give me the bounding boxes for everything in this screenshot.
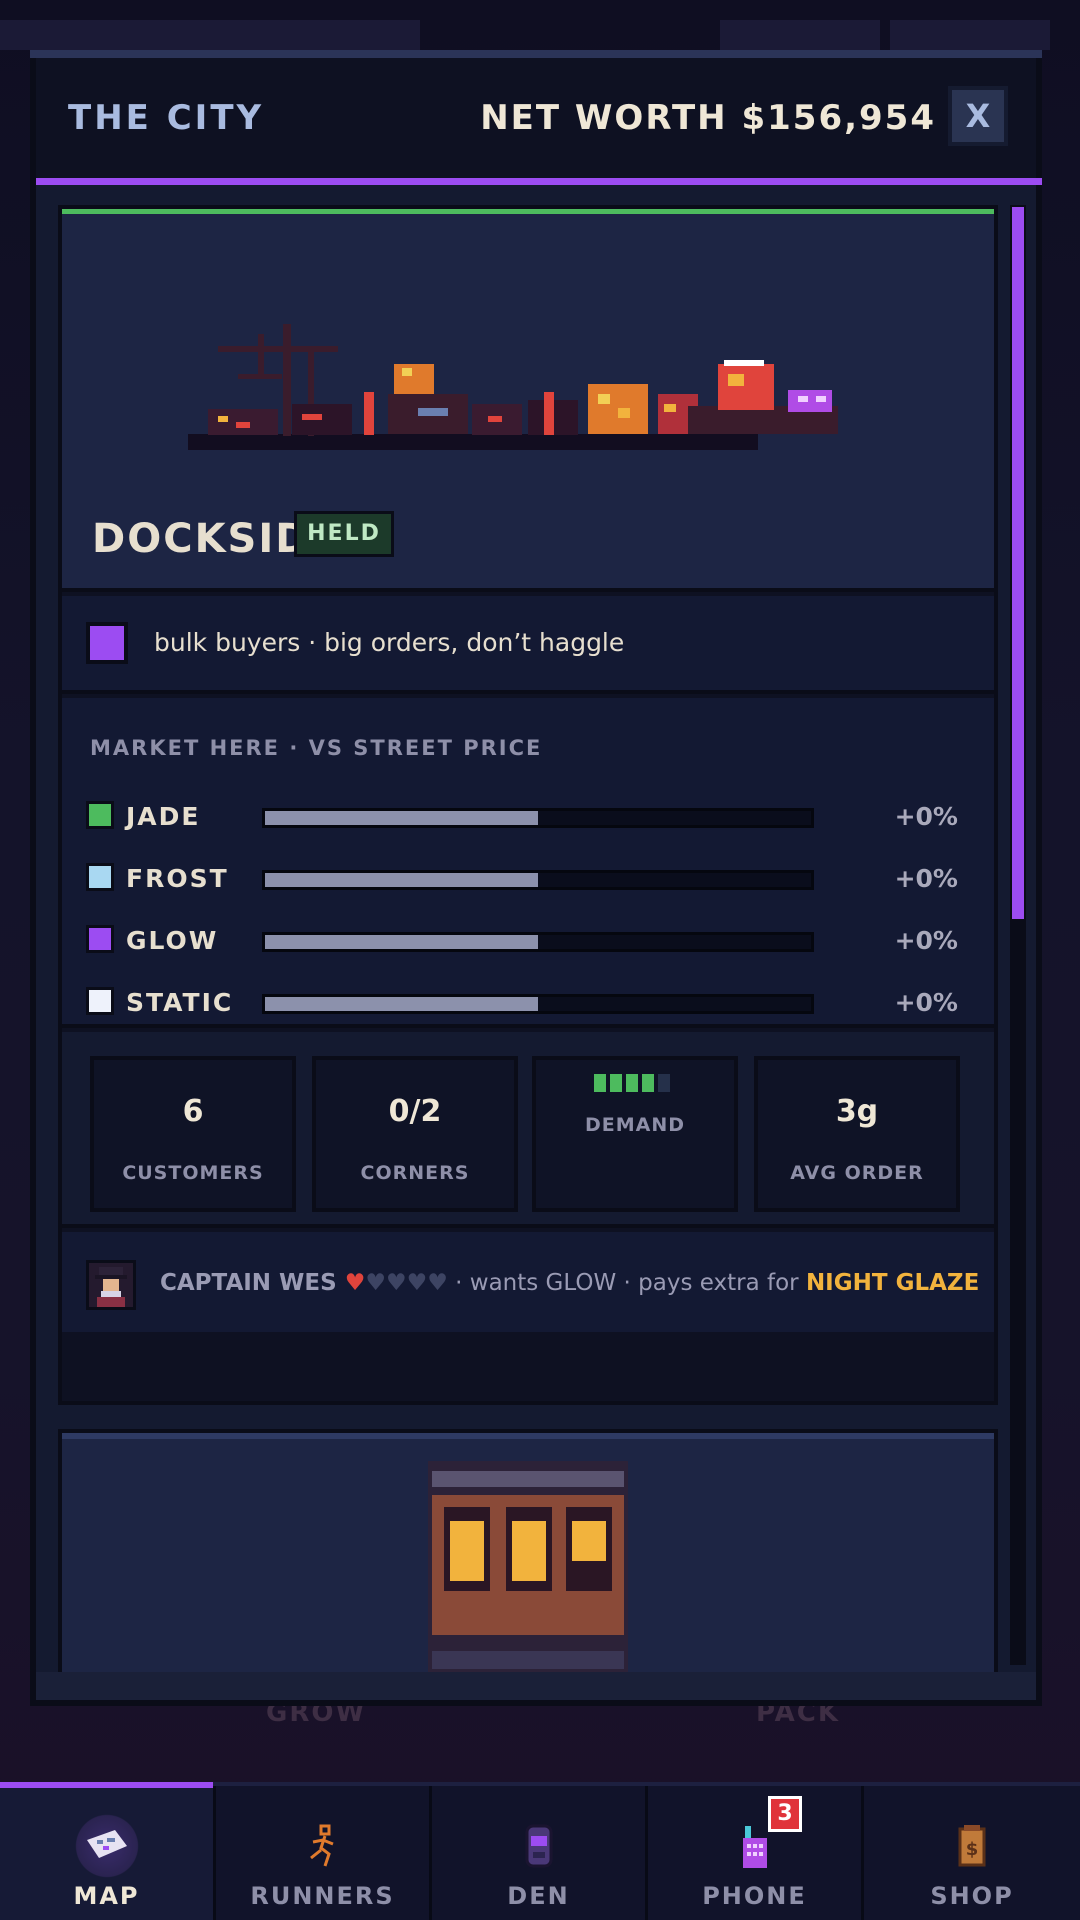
nav-den[interactable]: DEN bbox=[432, 1786, 648, 1920]
stat-avg-order: 3g AVG ORDER bbox=[754, 1056, 960, 1212]
nav-label: RUNNERS bbox=[250, 1882, 395, 1910]
contact-info: CAPTAIN WES ♥♥♥♥♥ · wants GLOW · pays ex… bbox=[160, 1270, 979, 1296]
nav-shop[interactable]: $ SHOP bbox=[864, 1786, 1080, 1920]
market-row-glow: GLOW +0% bbox=[62, 920, 994, 960]
price-delta: +0% bbox=[894, 802, 958, 831]
nav-label: PHONE bbox=[702, 1882, 807, 1910]
relationship-hearts: ♥♥♥♥♥ bbox=[345, 1270, 448, 1296]
nav-label: DEN bbox=[507, 1882, 570, 1910]
demand-pip bbox=[658, 1074, 670, 1092]
corners-label: CORNERS bbox=[360, 1162, 470, 1184]
contact-name: CAPTAIN WES bbox=[160, 1270, 337, 1296]
drug-name: STATIC bbox=[126, 988, 234, 1017]
bottom-navigation: MAP RUNNERS DEN 3 PHONE $ SHOP bbox=[0, 1782, 1080, 1920]
price-delta: +0% bbox=[894, 988, 958, 1017]
drug-color-swatch bbox=[86, 987, 114, 1015]
nav-phone[interactable]: 3 PHONE bbox=[648, 1786, 864, 1920]
demand-pip bbox=[642, 1074, 654, 1092]
heart-empty-icon: ♥♥♥♥ bbox=[365, 1270, 448, 1296]
demand-pip bbox=[626, 1074, 638, 1092]
contact-special-product: NIGHT GLAZE bbox=[805, 1270, 980, 1296]
price-delta: +0% bbox=[894, 926, 958, 955]
price-bar-track bbox=[262, 994, 814, 1014]
scrollbar-thumb[interactable] bbox=[1012, 207, 1024, 919]
held-status-badge: HELD bbox=[294, 511, 394, 557]
demand-meter bbox=[594, 1074, 670, 1092]
modal-title: THE CITY bbox=[68, 98, 265, 138]
drug-color-swatch bbox=[86, 801, 114, 829]
stat-customers: 6 CUSTOMERS bbox=[90, 1056, 296, 1212]
stat-corners: 0/2 CORNERS bbox=[312, 1056, 518, 1212]
svg-text:$: $ bbox=[966, 1839, 979, 1860]
demand-label: DEMAND bbox=[584, 1114, 686, 1136]
nav-runners[interactable]: RUNNERS bbox=[216, 1786, 432, 1920]
district-card-next[interactable] bbox=[58, 1429, 998, 1672]
background-building bbox=[0, 20, 420, 50]
demand-pip bbox=[594, 1074, 606, 1092]
modal-content[interactable]: DOCKSIDE HELD bulk buyers · big orders, … bbox=[36, 185, 1036, 1672]
nav-label: SHOP bbox=[930, 1882, 1014, 1910]
background-building bbox=[890, 20, 1050, 50]
district-card[interactable]: DOCKSIDE HELD bulk buyers · big orders, … bbox=[58, 205, 998, 1405]
customers-value: 6 bbox=[182, 1094, 204, 1129]
runner-icon bbox=[287, 1810, 359, 1882]
price-bar-fill bbox=[265, 873, 538, 887]
drug-color-swatch bbox=[86, 863, 114, 891]
drug-name: FROST bbox=[126, 864, 229, 893]
nav-label: MAP bbox=[73, 1882, 140, 1910]
net-worth: NET WORTH $156,954 bbox=[480, 98, 936, 138]
modal-header: THE CITY NET WORTH $156,954 X bbox=[36, 58, 1036, 178]
drug-color-swatch bbox=[86, 925, 114, 953]
market-title: MARKET HERE · VS STREET PRICE bbox=[90, 736, 543, 760]
nav-map[interactable]: MAP bbox=[0, 1782, 216, 1920]
drug-name: JADE bbox=[126, 802, 201, 831]
demand-pip bbox=[610, 1074, 622, 1092]
market-row-static: STATIC +0% bbox=[62, 982, 994, 1022]
drug-name: GLOW bbox=[126, 926, 219, 955]
modal-footer bbox=[36, 1672, 1036, 1700]
trait-color-swatch bbox=[86, 622, 128, 664]
market-row-frost: FROST +0% bbox=[62, 858, 994, 898]
customers-label: CUSTOMERS bbox=[122, 1162, 264, 1184]
dockside-skyline-image bbox=[188, 324, 838, 450]
market-row-jade: JADE +0% bbox=[62, 796, 994, 836]
notification-badge: 3 bbox=[768, 1796, 802, 1832]
trait-description: bulk buyers · big orders, don’t haggle bbox=[154, 628, 625, 657]
contact-row[interactable]: CAPTAIN WES ♥♥♥♥♥ · wants GLOW · pays ex… bbox=[62, 1232, 994, 1332]
captain-wes-avatar bbox=[86, 1260, 136, 1310]
price-bar-fill bbox=[265, 997, 538, 1011]
corners-value: 0/2 bbox=[388, 1094, 442, 1129]
avg-order-label: AVG ORDER bbox=[790, 1162, 924, 1184]
modal-top-border bbox=[30, 50, 1042, 58]
shop-bag-icon: $ bbox=[936, 1810, 1008, 1882]
close-button[interactable]: X bbox=[948, 86, 1008, 146]
stat-demand: DEMAND bbox=[532, 1056, 738, 1212]
market-prices: MARKET HERE · VS STREET PRICE JADE +0% F… bbox=[62, 698, 994, 1028]
den-icon bbox=[503, 1810, 575, 1882]
building-image bbox=[428, 1461, 628, 1672]
price-bar-fill bbox=[265, 935, 538, 949]
background-building bbox=[720, 20, 880, 50]
map-icon bbox=[70, 1810, 143, 1882]
price-bar-track bbox=[262, 870, 814, 890]
card-top-border bbox=[62, 1433, 994, 1439]
price-delta: +0% bbox=[894, 864, 958, 893]
district-hero: DOCKSIDE HELD bbox=[62, 214, 994, 592]
contact-wants: · wants GLOW · pays extra for bbox=[447, 1270, 806, 1296]
header-accent-bar bbox=[36, 178, 1042, 185]
price-bar-track bbox=[262, 808, 814, 828]
heart-filled-icon: ♥ bbox=[344, 1270, 366, 1296]
district-stats: 6 CUSTOMERS 0/2 CORNERS DEMAND 3g AVG OR… bbox=[62, 1032, 994, 1228]
avg-order-value: 3g bbox=[835, 1094, 879, 1129]
district-trait: bulk buyers · big orders, don’t haggle bbox=[62, 596, 994, 694]
price-bar-track bbox=[262, 932, 814, 952]
price-bar-fill bbox=[265, 811, 538, 825]
